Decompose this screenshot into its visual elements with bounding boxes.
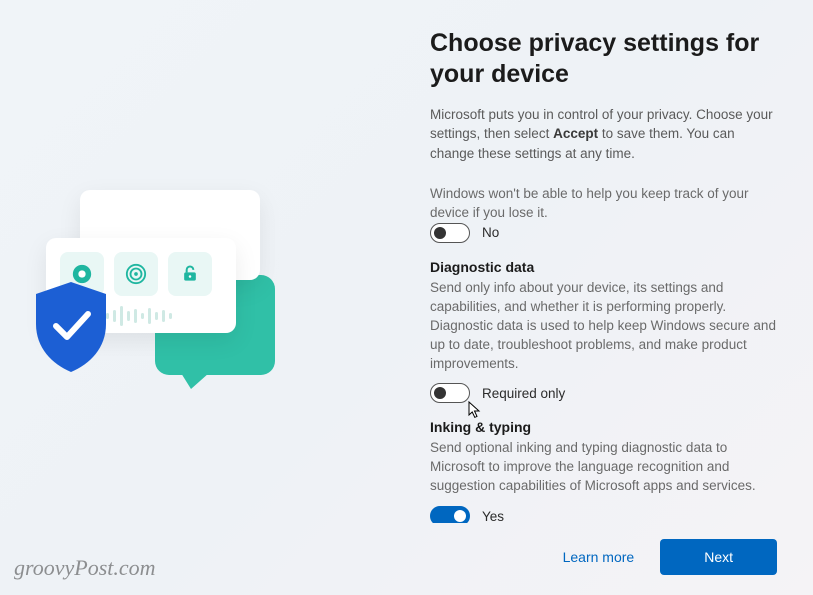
- next-button[interactable]: Next: [660, 539, 777, 575]
- illustration-pane: [0, 0, 430, 595]
- footer-actions: Learn more Next: [430, 523, 777, 575]
- diagnostic-desc: Send only info about your device, its se…: [430, 279, 777, 373]
- diagnostic-title: Diagnostic data: [430, 259, 777, 275]
- shield-check-icon: [30, 280, 112, 375]
- content-pane: Choose privacy settings for your device …: [430, 0, 813, 595]
- inking-desc: Send optional inking and typing diagnost…: [430, 439, 777, 496]
- inking-title: Inking & typing: [430, 419, 777, 435]
- page-title: Choose privacy settings for your device: [430, 28, 777, 91]
- fingerprint-icon: [114, 252, 158, 296]
- intro-text: Microsoft puts you in control of your pr…: [430, 105, 777, 164]
- setting-find-my-device-partial: Windows won't be able to help you keep t…: [430, 185, 777, 247]
- settings-scroll-area[interactable]: Windows won't be able to help you keep t…: [430, 181, 777, 523]
- find-device-cutoff-desc: Windows won't be able to help you keep t…: [430, 185, 777, 223]
- diagnostic-toggle-label: Required only: [482, 386, 565, 401]
- inking-toggle-label: Yes: [482, 509, 504, 523]
- find-device-toggle-label: No: [482, 225, 499, 240]
- cursor-icon: [468, 401, 482, 419]
- diagnostic-toggle[interactable]: [430, 383, 470, 403]
- learn-more-link[interactable]: Learn more: [563, 549, 635, 565]
- privacy-settings-page: Choose privacy settings for your device …: [0, 0, 813, 595]
- setting-inking-typing: Inking & typing Send optional inking and…: [430, 419, 777, 523]
- lock-icon: [168, 252, 212, 296]
- watermark-text: groovyPost.com: [14, 555, 156, 581]
- find-device-toggle[interactable]: [430, 223, 470, 243]
- intro-accept-word: Accept: [553, 126, 598, 141]
- setting-diagnostic-data: Diagnostic data Send only info about you…: [430, 259, 777, 407]
- inking-toggle[interactable]: [430, 506, 470, 523]
- privacy-illustration: [40, 180, 280, 400]
